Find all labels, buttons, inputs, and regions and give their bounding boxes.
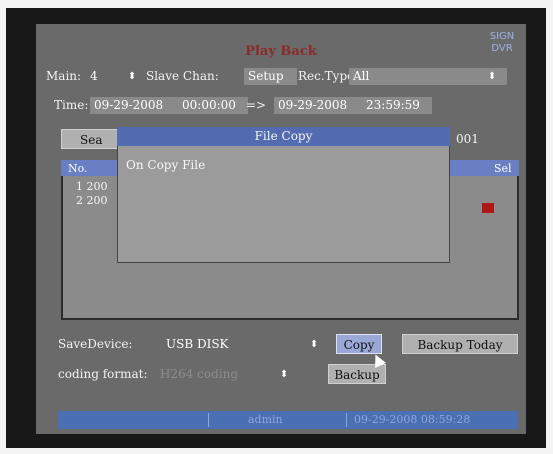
dvr-screen: Play Back SIGN DVR Main: 4 ⬍ Slave Chan:… <box>36 24 526 434</box>
time-label: Time: <box>54 98 89 112</box>
selected-check-icon[interactable] <box>482 203 494 213</box>
coding-format-label: coding format: <box>58 367 148 381</box>
save-device-updown-icon[interactable]: ⬍ <box>310 339 318 350</box>
page-title: Play Back <box>245 44 317 59</box>
save-device-label: SaveDevice: <box>58 337 133 351</box>
main-label: Main: <box>46 69 82 83</box>
slave-chan-value[interactable]: Setup <box>244 68 297 85</box>
end-time-field[interactable]: 23:59:59 <box>362 97 432 114</box>
file-copy-dialog <box>117 127 450 263</box>
rec-type-label: Rec.Type <box>298 69 355 83</box>
list-item[interactable]: 1 200 <box>76 180 108 193</box>
status-divider <box>346 413 347 427</box>
coding-format-select[interactable]: H264 coding <box>156 366 284 383</box>
status-divider <box>208 413 209 427</box>
channel-partial: 001 <box>456 132 479 146</box>
dialog-title: File Copy <box>117 127 450 146</box>
column-sel: Sel <box>494 162 512 175</box>
monitor-frame: Play Back SIGN DVR Main: 4 ⬍ Slave Chan:… <box>6 8 546 448</box>
status-user: admin <box>248 413 283 426</box>
backup-button[interactable]: Backup <box>328 364 386 384</box>
backup-today-button[interactable]: Backup Today <box>402 334 518 354</box>
main-value[interactable]: 4 <box>86 68 120 85</box>
list-item[interactable]: 2 200 <box>76 194 108 207</box>
search-button[interactable]: Sea <box>61 129 121 149</box>
time-separator: => <box>246 98 267 112</box>
status-datetime: 09-29-2008 08:59:28 <box>354 413 471 426</box>
rec-type-updown-icon[interactable]: ⬍ <box>488 71 496 82</box>
rec-type-value[interactable]: All <box>349 68 507 85</box>
start-time-field[interactable]: 00:00:00 <box>178 97 248 114</box>
end-date-field[interactable]: 09-29-2008 <box>274 97 362 114</box>
dialog-message: On Copy File <box>126 158 206 172</box>
slave-chan-label: Slave Chan: <box>146 69 219 83</box>
start-date-field[interactable]: 09-29-2008 <box>90 97 178 114</box>
dvr-logo: SIGN DVR <box>489 31 515 54</box>
column-no: No. <box>68 162 88 175</box>
save-device-select[interactable]: USB DISK <box>162 336 330 353</box>
main-updown-icon[interactable]: ⬍ <box>128 71 136 82</box>
copy-button[interactable]: Copy <box>336 334 382 354</box>
coding-format-updown-icon[interactable]: ⬍ <box>280 369 288 380</box>
